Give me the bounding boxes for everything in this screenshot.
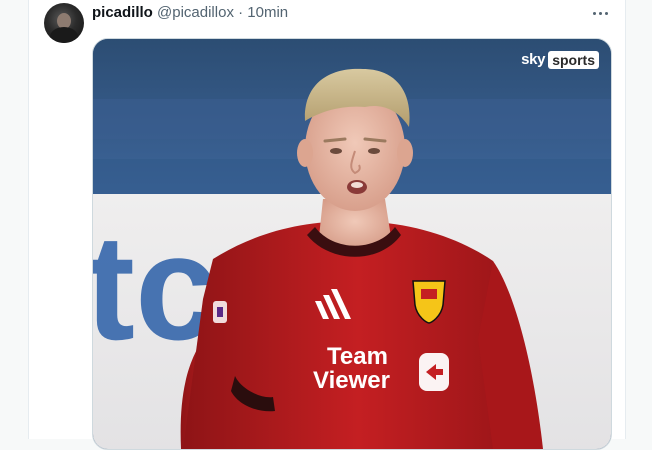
shirt-sponsor-line1: Team [327,343,388,370]
tweet-time[interactable]: 10min [247,4,288,21]
separator-dot: · [238,4,244,21]
shirt-sponsor-line2: Viewer [313,367,390,394]
user-avatar[interactable] [44,3,84,43]
more-options-icon[interactable] [588,4,612,22]
user-handle[interactable]: @picadillox [157,4,234,21]
sports-logo-word: sports [548,51,599,69]
timeline-frame: picadillo @picadillox · 10min tc sky spo… [0,0,652,450]
sky-logo-word: sky [521,51,546,68]
broadcaster-logo: sky sports [521,51,599,69]
sponsor-badge-icon [419,353,449,391]
tweet-card[interactable]: picadillo @picadillox · 10min tc sky spo… [28,0,626,450]
avatar-body [50,27,78,43]
tweet-header: picadillo @picadillox · 10min [92,4,288,22]
display-name[interactable]: picadillo [92,4,153,21]
tweet-media-video[interactable]: tc sky sports Team Viewer [92,38,612,450]
